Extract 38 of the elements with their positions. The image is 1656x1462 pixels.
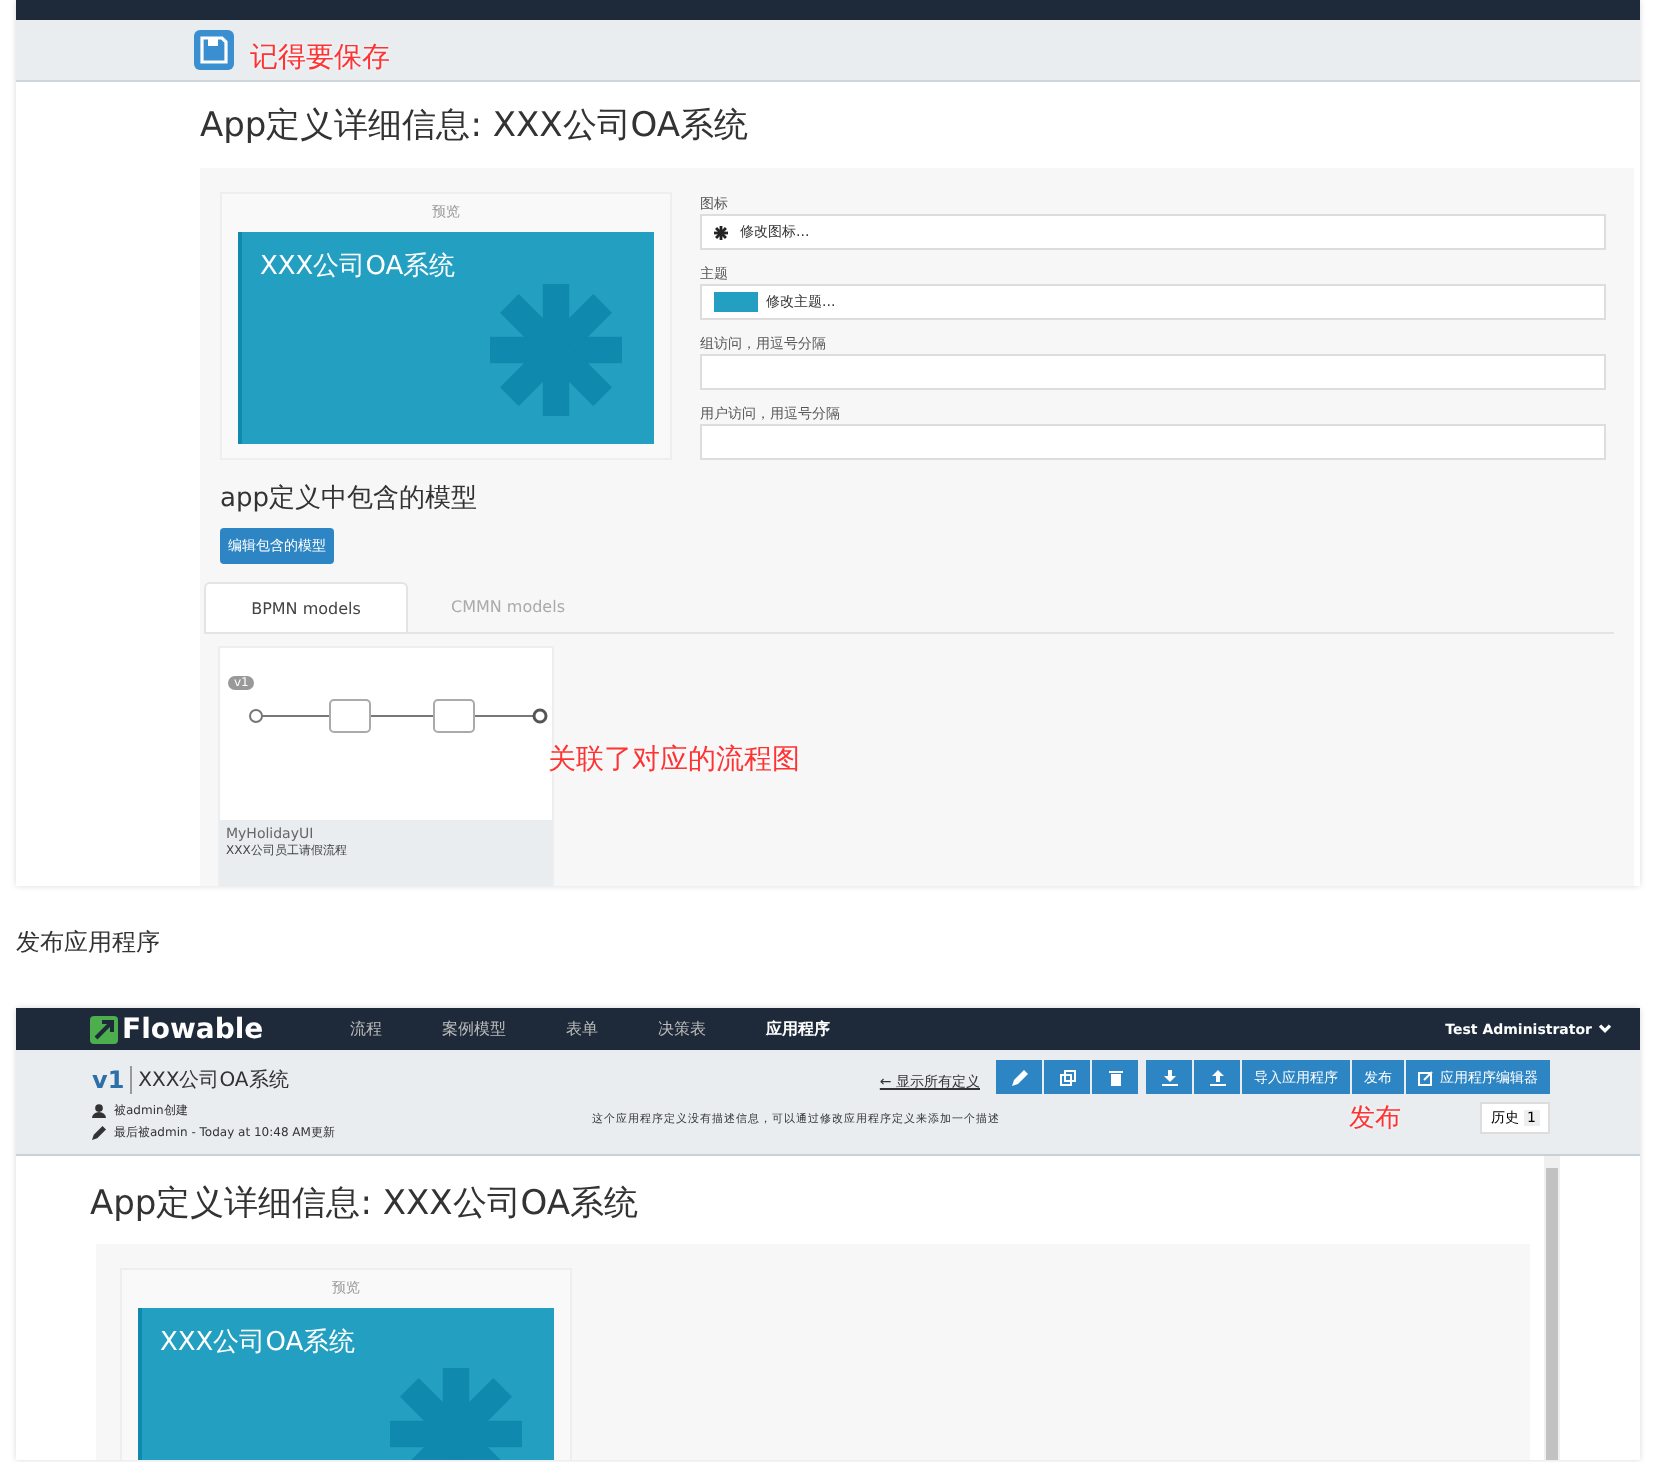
pencil-icon <box>92 1126 106 1140</box>
copy-icon <box>1059 1069 1075 1085</box>
nav-item[interactable]: 表单 <box>566 1018 598 1040</box>
trash-icon <box>1107 1069 1123 1085</box>
nav-item[interactable]: 应用程序 <box>766 1018 830 1040</box>
page-title: App定义详细信息: XXX公司OA系统 <box>200 104 750 148</box>
annotation-text: 发布 <box>1348 1102 1401 1136</box>
section-heading: app定义中包含的模型 <box>220 482 479 516</box>
version-label: v1 <box>92 1066 133 1094</box>
delete-icon-button[interactable] <box>1092 1060 1138 1094</box>
paragraph: 发布应用程序 <box>16 926 162 960</box>
app-name: XXX公司OA系统 <box>160 1326 356 1360</box>
download-icon <box>1161 1069 1177 1085</box>
app-title: XXX公司OA系统 <box>138 1067 289 1094</box>
user-icon <box>92 1104 106 1118</box>
edit-icon-button[interactable] <box>996 1060 1042 1094</box>
annotation-text: 关联了对应的流程图 <box>548 742 800 780</box>
edit-icon <box>1418 1069 1434 1085</box>
save-icon[interactable] <box>194 30 234 70</box>
nav-item[interactable]: 案例模型 <box>442 1018 506 1040</box>
asterisk-icon <box>714 225 728 239</box>
page-title: App定义详细信息: XXX公司OA系统 <box>90 1182 640 1226</box>
logo-text: Flowable <box>122 1013 264 1045</box>
app-name: XXX公司OA系统 <box>260 250 456 284</box>
logo-icon <box>90 1015 118 1043</box>
color-swatch <box>714 292 758 312</box>
input-field[interactable] <box>700 354 1606 390</box>
tab[interactable]: BPMN models <box>204 582 408 632</box>
nav-item[interactable]: 决策表 <box>658 1018 706 1040</box>
input-field[interactable] <box>700 424 1606 460</box>
copy-icon-button[interactable] <box>1044 1060 1090 1094</box>
chevron-down-icon[interactable] <box>1598 1024 1612 1034</box>
nav-item[interactable]: 流程 <box>350 1018 382 1040</box>
pencil-icon <box>1011 1069 1027 1085</box>
annotation-text: 记得要保存 <box>250 40 390 76</box>
upload-icon-button[interactable] <box>1194 1060 1240 1094</box>
upload-icon <box>1209 1069 1225 1085</box>
download-icon-button[interactable] <box>1146 1060 1192 1094</box>
